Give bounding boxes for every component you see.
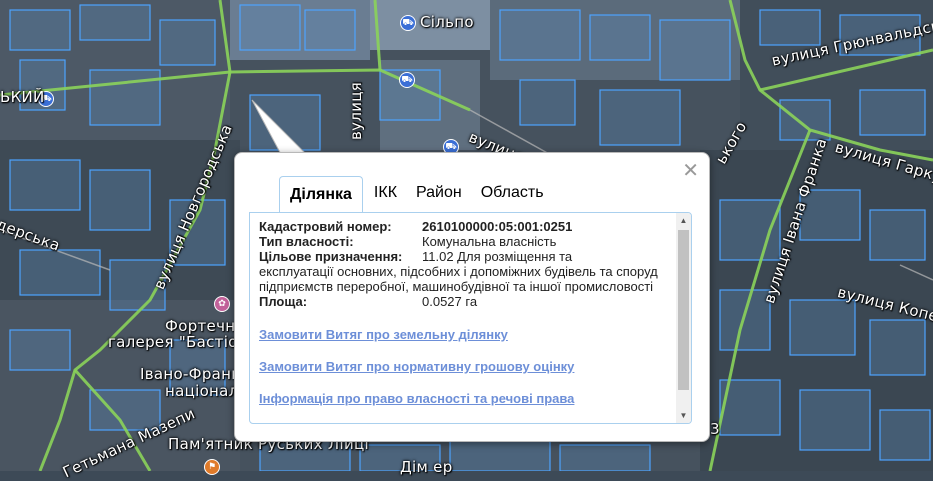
purpose-label: Цільове призначення: (259, 249, 403, 264)
label-ivano-frank: Івано-Франк (140, 365, 241, 383)
purpose-row: Цільове призначення: 11.02 Для розміщенн… (259, 249, 674, 264)
label-vul-left: вулиця (347, 81, 365, 140)
tab-district[interactable]: Район (408, 175, 470, 211)
ownership-row: Тип власності: Комунальна власність (259, 234, 674, 249)
popup-tabs: Ділянка ІКК Район Область (279, 175, 555, 214)
details-scrollbar[interactable]: ▲ ▼ (676, 213, 691, 423)
label-galereya: галерея "Бастіон" (108, 333, 255, 351)
label-natsional: націонал (165, 382, 239, 400)
purpose-value-first: 11.02 Для розміщення та (422, 249, 573, 264)
label-b3: 3 (710, 420, 720, 438)
order-valuation-extract-link[interactable]: Замовити Витяг про нормативну грошову оц… (259, 359, 674, 374)
shop-poi-icon-2[interactable]: ⛟ (400, 73, 414, 87)
order-land-extract-link[interactable]: Замовити Витяг про земельну ділянку (259, 327, 674, 342)
cadastral-value: 2610100000:05:001:0251 (422, 219, 573, 234)
area-value: 0.0527 га (422, 294, 478, 309)
ownership-value: Комунальна власність (422, 234, 557, 249)
label-dom: Дім ер (400, 458, 453, 476)
ownership-label: Тип власності: (259, 234, 354, 249)
area-label: Площа: (259, 294, 308, 309)
parcel-details-panel[interactable]: Кадастровий номер: 2610100000:05:001:025… (249, 212, 692, 424)
purpose-value-rest: експлуатації основних, підсобних і допом… (259, 264, 658, 294)
scroll-up-icon[interactable]: ▲ (676, 213, 691, 228)
ownership-rights-info-link[interactable]: Інформація про право власності та речові… (259, 391, 674, 406)
shop-poi-icon[interactable]: ⛟ (401, 16, 415, 30)
cadastral-row: Кадастровий номер: 2610100000:05:001:025… (259, 219, 674, 234)
parcel-details: Кадастровий номер: 2610100000:05:001:025… (259, 219, 674, 406)
scroll-thumb[interactable] (678, 230, 689, 390)
cadastral-label: Кадастровий номер: (259, 219, 392, 234)
label-silpo[interactable]: Сільпо (420, 13, 474, 31)
scroll-down-icon[interactable]: ▼ (676, 408, 691, 423)
area-row: Площа: 0.0527 га (259, 294, 674, 309)
museum-poi-icon[interactable]: ✿ (215, 297, 229, 311)
tab-region[interactable]: Область (473, 175, 552, 211)
tab-parcel[interactable]: Ділянка (279, 176, 363, 214)
label-kyi: ЬКИЙ (0, 88, 45, 106)
tab-ikk[interactable]: ІКК (366, 175, 405, 211)
close-icon[interactable]: ✕ (682, 160, 699, 180)
food-poi-icon[interactable]: ⚑ (205, 460, 219, 474)
parcel-info-popup: ✕ Ділянка ІКК Район Область Кадастровий … (234, 152, 710, 442)
